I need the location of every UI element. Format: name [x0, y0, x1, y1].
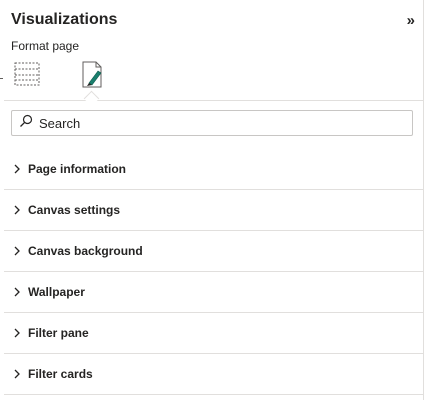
section-label: Filter pane	[28, 326, 89, 340]
section-label: Filter cards	[28, 367, 93, 381]
chevron-right-icon	[13, 246, 21, 256]
format-sections-list: Page information Canvas settings Canvas …	[4, 149, 423, 395]
icon-row-divider	[4, 100, 423, 101]
section-wallpaper[interactable]: Wallpaper	[4, 272, 423, 313]
search-icon	[12, 114, 39, 133]
chevron-right-icon	[13, 164, 21, 174]
collapse-pane-button[interactable]: »	[407, 13, 415, 28]
section-filter-cards[interactable]: Filter cards	[4, 354, 423, 395]
format-page-subtitle: Format page	[11, 39, 80, 53]
pane-header: Visualizations »	[11, 8, 415, 32]
build-visual-icon[interactable]	[13, 60, 41, 88]
visual-type-icon-row	[0, 56, 423, 100]
section-canvas-background[interactable]: Canvas background	[4, 231, 423, 272]
chevron-right-icon	[13, 205, 21, 215]
section-label: Canvas settings	[28, 203, 121, 217]
search-input[interactable]	[39, 115, 389, 131]
chevron-right-icon	[13, 328, 21, 338]
chevron-right-icon	[13, 369, 21, 379]
section-page-information[interactable]: Page information	[4, 149, 423, 190]
section-filter-pane[interactable]: Filter pane	[4, 313, 423, 354]
section-label: Canvas background	[28, 244, 143, 258]
pane-title: Visualizations	[11, 11, 118, 28]
chevron-right-icon	[13, 287, 21, 297]
format-page-icon[interactable]	[77, 59, 109, 91]
section-label: Page information	[28, 162, 127, 176]
visualizations-pane: Visualizations » Format page Search Page…	[0, 0, 424, 400]
search-box[interactable]	[11, 110, 413, 136]
section-label: Wallpaper	[28, 285, 85, 299]
section-canvas-settings[interactable]: Canvas settings	[4, 190, 423, 231]
